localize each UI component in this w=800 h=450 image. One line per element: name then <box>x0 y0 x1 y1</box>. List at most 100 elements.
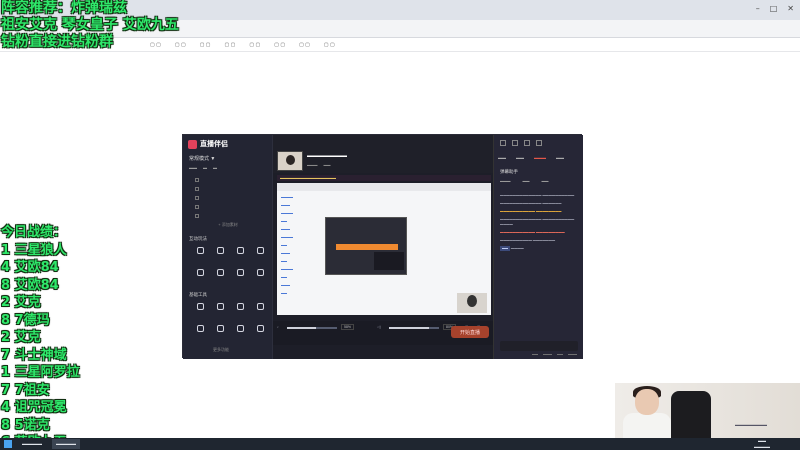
interact-tool[interactable] <box>191 267 209 287</box>
interact-tool[interactable] <box>211 245 229 265</box>
right-tab[interactable]: ▬▬ <box>498 155 506 160</box>
stream-meta: ▬▬▬ ▬▬ <box>307 163 331 167</box>
streamer-avatar[interactable] <box>277 151 303 171</box>
window-controls: – □ ✕ <box>756 4 794 13</box>
tool-icon <box>256 269 264 276</box>
right-top-icons <box>500 140 542 146</box>
source-item[interactable] <box>189 175 265 184</box>
preview-browser-bar <box>277 183 491 191</box>
preview-link: ▬▬ <box>281 291 287 295</box>
chat-message: ▬▬ ▬▬▬▬ <box>500 246 524 251</box>
basic-tool[interactable] <box>251 301 269 321</box>
source-item[interactable] <box>189 193 265 202</box>
minimize-icon[interactable]: – <box>756 4 760 13</box>
bookmark-item[interactable]: ▢ ▢ <box>225 42 236 48</box>
streamer-head <box>635 389 659 415</box>
scene-tab[interactable]: ▬▬ <box>189 165 197 170</box>
assistant-tab[interactable]: ▬▬ <box>542 179 549 183</box>
basic-tool[interactable] <box>231 323 249 343</box>
speaker-icon[interactable]: ◁) <box>377 325 381 329</box>
right-tab-active[interactable]: ▬▬▬ <box>534 155 546 160</box>
mic-icon[interactable]: ♪ <box>277 325 279 329</box>
more-functions-button[interactable]: 更多功能 <box>213 347 229 353</box>
windows-start-icon[interactable] <box>4 440 12 448</box>
source-icon <box>195 213 199 218</box>
source-item[interactable] <box>189 202 265 211</box>
preview-link: ▬▬▬▬ <box>281 235 293 239</box>
record-line: 7 7祖安 <box>1 382 50 398</box>
interact-tool[interactable] <box>251 267 269 287</box>
app-status-bar: ▬▬ ▬▬▬ ▬▬ ▬▬▬ <box>273 349 583 359</box>
source-item[interactable] <box>189 184 265 193</box>
tool-icon <box>236 247 244 254</box>
chat-message: ▬▬▬▬▬▬▬▬▬▬▬▬▬ ▬▬▬▬▬▬▬▬▬▬ <box>500 193 575 197</box>
share-icon[interactable] <box>512 140 518 146</box>
add-source-button[interactable]: + 添加素材 <box>203 222 253 229</box>
app-right-panel: ▬▬ ▬▬ ▬▬▬ ▬▬ 弹幕助手 ▬▬▬ ▬▬ ▬▬ ▬▬▬▬▬▬▬▬▬▬▬▬… <box>493 135 583 359</box>
basic-tool[interactable] <box>231 301 249 321</box>
scene-tab[interactable]: ▬ <box>213 165 217 170</box>
bookmark-item[interactable]: ▢ ▢ <box>324 42 335 48</box>
overlay-line: 阵容推荐：炸弹瑞兹 <box>1 0 127 16</box>
tool-icon <box>196 303 204 310</box>
right-tabs: ▬▬ ▬▬ ▬▬▬ ▬▬ <box>498 155 564 160</box>
mic-volume-slider[interactable] <box>287 327 337 329</box>
chat-message: ▬▬▬▬▬▬▬▬▬▬▬ ▬▬▬▬▬▬▬▬ <box>500 209 562 213</box>
record-line: 1 三星阿罗拉 <box>1 365 80 380</box>
preview-link: ▬▬ <box>281 243 287 247</box>
interact-tool[interactable] <box>231 245 249 265</box>
interact-tools-grid <box>191 245 269 287</box>
preview-link: ▬▬▬ <box>281 227 290 231</box>
message-icon[interactable] <box>500 140 506 146</box>
preview-link: ▬▬▬▬ <box>281 195 293 199</box>
basic-tool[interactable] <box>211 301 229 321</box>
preview-link: ▬▬▬▬ <box>281 211 293 215</box>
nested-preview <box>325 217 407 275</box>
bookmark-item[interactable]: ▢ ▢ <box>249 42 260 48</box>
section-title-tools: 基础工具 <box>189 292 207 297</box>
interact-tool[interactable] <box>211 267 229 287</box>
preview-link: ▬▬ <box>281 219 287 223</box>
assistant-tab[interactable]: ▬▬ <box>523 179 530 183</box>
basic-tool[interactable] <box>191 301 209 321</box>
stream-preview[interactable]: ▬▬▬▬ ▬▬▬ ▬▬▬▬ ▬▬ ▬▬▬ ▬▬▬▬ ▬▬ ▬▬▬ ▬▬ ▬▬▬▬… <box>277 183 491 315</box>
basic-tool[interactable] <box>251 323 269 343</box>
start-live-button[interactable]: 开始直播 <box>451 326 489 338</box>
bookmark-item[interactable]: ▢ ▢ <box>200 42 211 48</box>
settings-icon[interactable] <box>524 140 530 146</box>
stream-title[interactable]: ▬▬▬▬▬▬▬▬ <box>307 153 347 159</box>
maximize-icon[interactable]: □ <box>770 4 778 13</box>
nested-warning-bar <box>336 244 398 250</box>
close-icon[interactable]: ✕ <box>787 4 794 13</box>
interact-tool[interactable] <box>231 267 249 287</box>
speaker-volume-slider[interactable] <box>389 327 439 329</box>
taskbar-item-active[interactable]: ▬▬▬▬▬ <box>52 439 80 449</box>
interact-tool[interactable] <box>191 245 209 265</box>
user-badge: ▬▬ <box>500 246 510 251</box>
source-item[interactable] <box>189 211 265 220</box>
right-tab[interactable]: ▬▬ <box>556 155 564 160</box>
scene-tab[interactable]: ▬ <box>203 165 207 170</box>
taskbar-item[interactable]: ▬▬▬▬▬ <box>18 439 46 449</box>
tool-icon <box>216 247 224 254</box>
close-icon[interactable] <box>536 140 542 146</box>
stream-overlay-top: 阵容推荐：炸弹瑞兹 祖安艾克 琴女皇子 艾欧九五 钻粉直接进钻粉群 <box>1 0 179 51</box>
record-line: 8 5诺克 <box>1 417 50 433</box>
basic-tools-grid <box>191 301 269 343</box>
meta-item: ▬▬▬ <box>307 163 318 167</box>
interact-tool[interactable] <box>251 245 269 265</box>
mode-selector[interactable]: 常规模式 ▼ <box>189 155 215 162</box>
streamer-body <box>623 413 671 440</box>
bookmark-item[interactable]: ▢ ▢ <box>274 42 285 48</box>
bookmark-item[interactable]: ▢ ▢ <box>299 42 310 48</box>
preview-link: ▬▬ <box>281 259 287 263</box>
assistant-tab[interactable]: ▬▬▬ <box>500 179 511 183</box>
basic-tool[interactable] <box>191 323 209 343</box>
app-logo-icon <box>188 139 197 149</box>
speaker-volume-fill <box>389 327 429 329</box>
basic-tool[interactable] <box>211 323 229 343</box>
webcam-caption: ▬▬▬▬▬▬▬▬ <box>735 422 767 427</box>
danmaku-list: ▬▬▬▬▬▬▬▬▬▬▬▬▬ ▬▬▬▬▬▬▬▬▬▬ ▬▬ ▬▬▬▬▬▬▬▬▬▬▬ ▬… <box>500 193 580 254</box>
right-tab[interactable]: ▬▬ <box>516 155 524 160</box>
webcam-overlay: ▬▬▬▬▬▬▬▬ <box>615 383 800 440</box>
